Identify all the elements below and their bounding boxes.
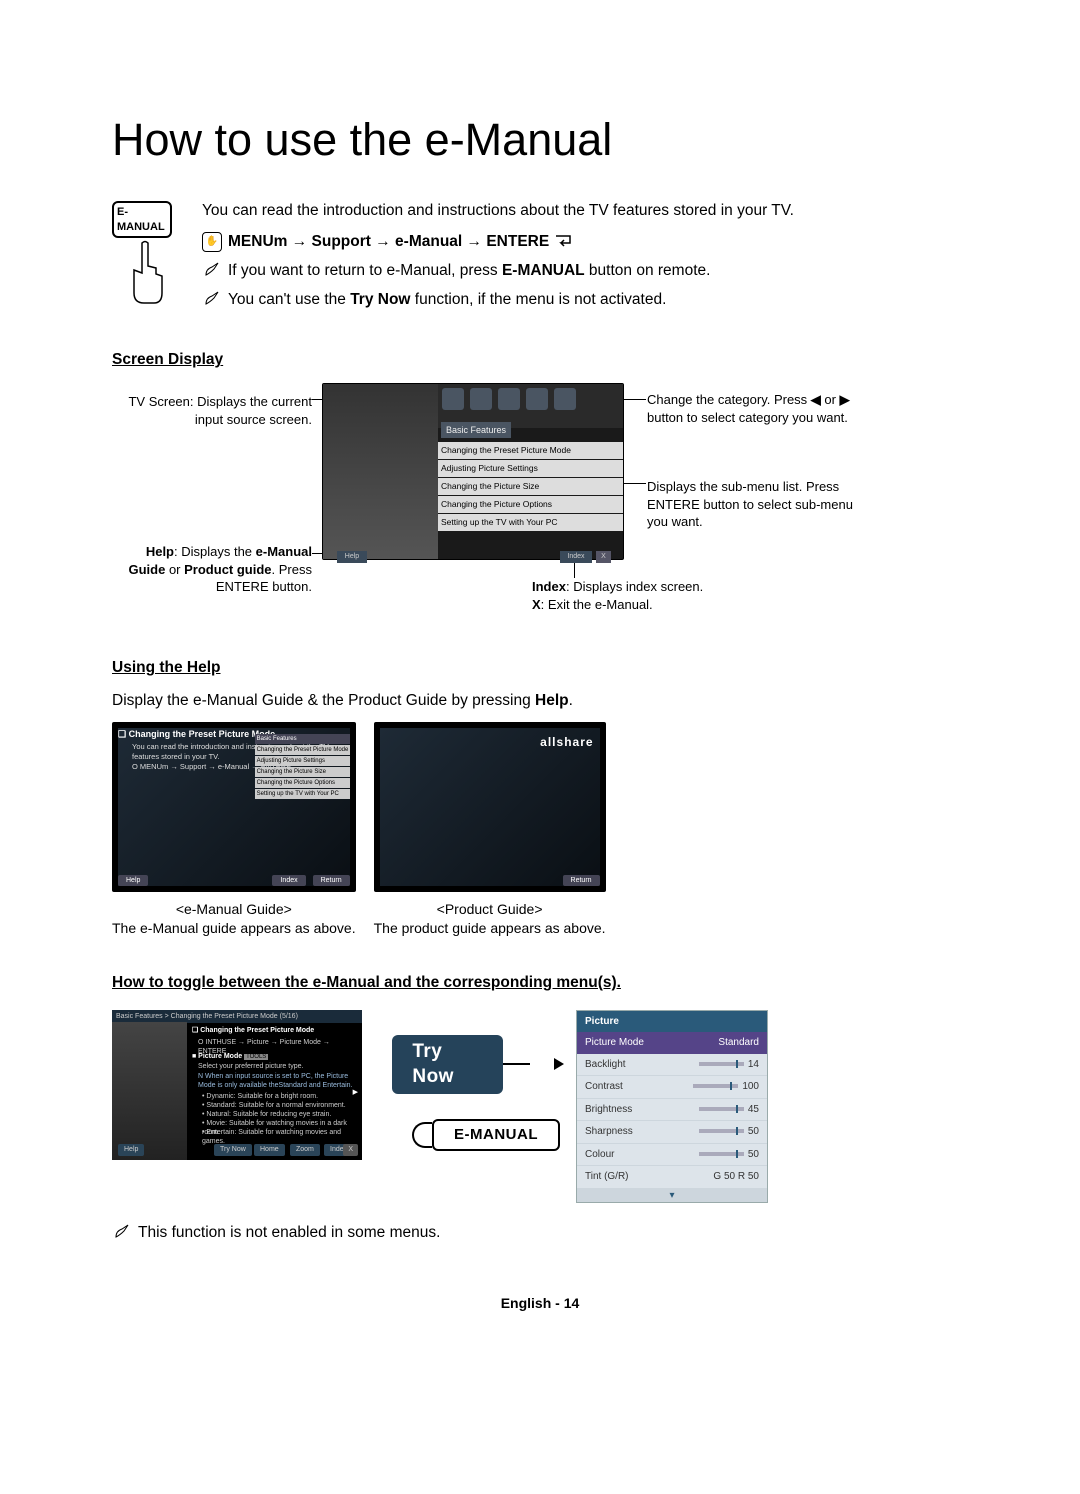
close-button-mock: X xyxy=(596,551,611,563)
callout-tv-screen: TV Screen: Displays the current input so… xyxy=(112,393,312,428)
section-screen-display: Screen Display xyxy=(112,350,968,371)
note-icon xyxy=(202,290,222,306)
section-using-help: Using the Help xyxy=(112,658,968,679)
category-icon xyxy=(554,388,576,410)
page-footer: English - 14 xyxy=(112,1294,968,1313)
category-icon xyxy=(442,388,464,410)
remote-finger-illustration: E-MANUAL xyxy=(112,201,172,316)
category-icon xyxy=(498,388,520,410)
allshare-logo: allshare xyxy=(540,734,593,750)
callout-help: Help: Displays the e-Manual Guide or Pro… xyxy=(112,543,312,596)
category-icon xyxy=(470,388,492,410)
using-help-text: Display the e-Manual Guide & the Product… xyxy=(112,691,968,712)
submenu-item: Changing the Picture Size xyxy=(438,478,623,495)
arrow-right-icon xyxy=(554,1058,564,1070)
callout-category: Change the category. Press ◀ or ▶ button… xyxy=(647,391,857,426)
section-toggle: How to toggle between the e-Manual and t… xyxy=(112,973,968,994)
callout-submenu: Displays the sub-menu list. Press ENTERE… xyxy=(647,478,857,531)
note-1: If you want to return to e-Manual, press… xyxy=(228,261,710,282)
tv-screen-mock: Basic Features Changing the Preset Pictu… xyxy=(322,383,624,560)
submenu-item: Setting up the TV with Your PC xyxy=(438,514,623,531)
intro-text: You can read the introduction and instru… xyxy=(202,201,968,222)
note-icon xyxy=(112,1223,132,1239)
submenu-item: Changing the Preset Picture Mode xyxy=(438,442,623,459)
category-label: Basic Features xyxy=(441,422,511,438)
emanual-pill: E-MANUAL xyxy=(432,1119,560,1151)
caption-product-guide: <Product Guide>The product guide appears… xyxy=(374,900,606,938)
page-title: How to use the e-Manual xyxy=(112,110,968,171)
callout-index: Index: Displays index screen. X: Exit th… xyxy=(532,578,782,613)
enter-icon xyxy=(555,235,573,249)
return-curve-icon xyxy=(412,1122,432,1148)
submenu-item: Adjusting Picture Settings xyxy=(438,460,623,477)
product-guide-panel: allshare Return xyxy=(374,722,606,892)
final-note: This function is not enabled in some men… xyxy=(138,1223,440,1244)
try-now-pill: Try Now xyxy=(392,1035,502,1094)
caption-emanual-guide: <e-Manual Guide>The e-Manual guide appea… xyxy=(112,900,356,938)
diagram-screen-display: TV Screen: Displays the current input so… xyxy=(112,383,968,623)
remote-button-icon: ✋ xyxy=(202,232,222,252)
menu-path: ✋ MENUm → Support → e-Manual → ENTERE xyxy=(202,232,968,253)
osd-picture-menu: Picture Picture ModeStandard Backlight14… xyxy=(576,1010,768,1204)
note-icon xyxy=(202,261,222,277)
help-button-mock: Help xyxy=(337,551,367,563)
emanual-guide-panel: ❑ Changing the Preset Picture Mode You c… xyxy=(112,722,356,892)
index-button-mock: Index xyxy=(560,551,592,563)
note-2: You can't use the Try Now function, if t… xyxy=(228,290,666,311)
category-icon xyxy=(526,388,548,410)
submenu-item: Changing the Picture Options xyxy=(438,496,623,513)
mini-emanual-screen: Basic Features > Changing the Preset Pic… xyxy=(112,1010,362,1160)
emanual-badge: E-MANUAL xyxy=(112,201,172,239)
pointing-hand-icon xyxy=(112,238,172,308)
